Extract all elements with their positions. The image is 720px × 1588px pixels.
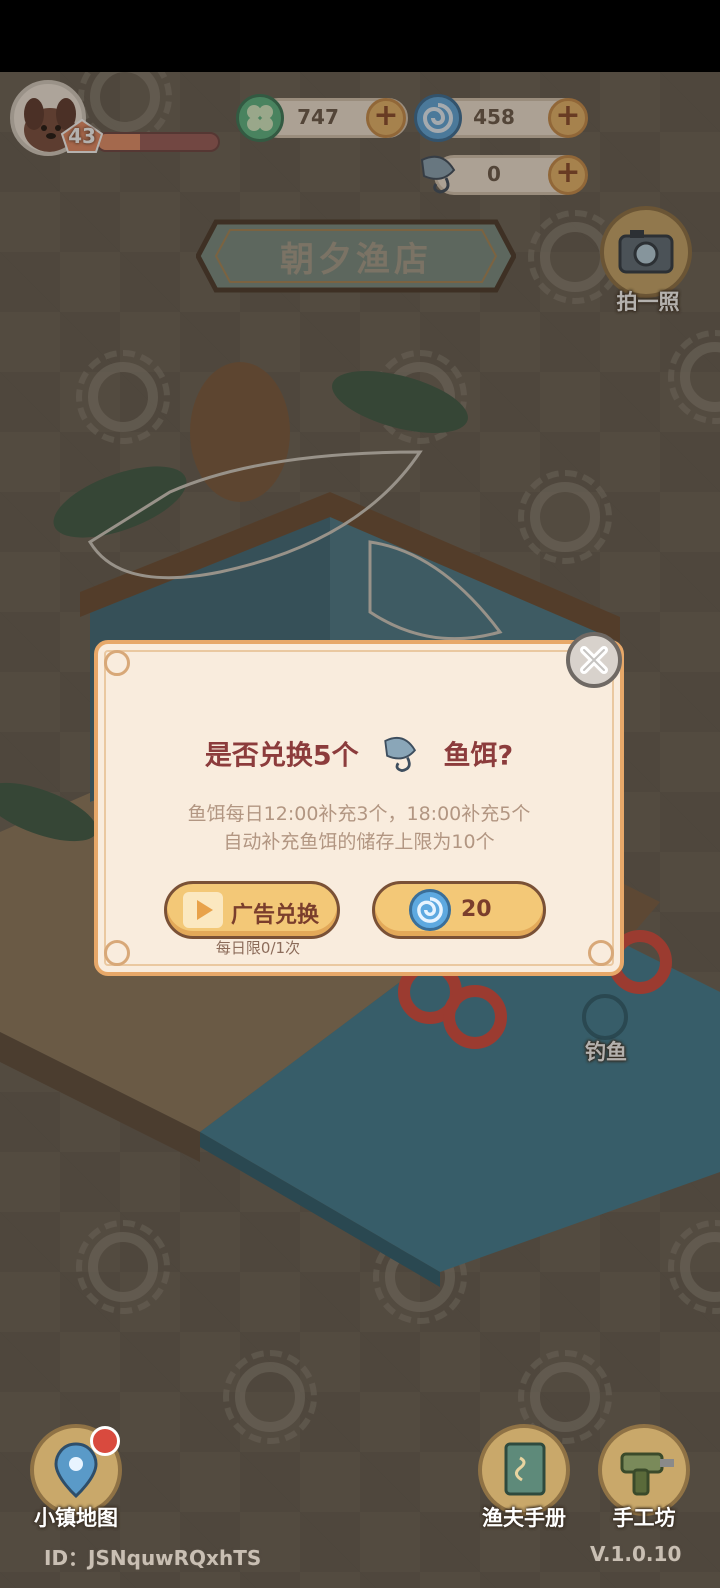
- close-dialog-button[interactable]: [566, 632, 622, 688]
- app-version: V.1.0.10: [590, 1542, 682, 1566]
- ad-exchange-label: 广告兑换: [231, 903, 320, 928]
- ad-exchange-button[interactable]: 广告兑换: [164, 881, 340, 939]
- town-map-label: 小镇地图: [34, 1506, 118, 1530]
- dialog-title: 是否兑换5个 鱼饵?: [94, 728, 624, 778]
- user-id: ID：JSNquwRQxhTS: [44, 1546, 262, 1570]
- shell-cost-value: 20: [461, 897, 492, 922]
- bait-fish-icon: [384, 736, 417, 773]
- dialog-desc-line2: 自动补充鱼饵的储存上限为10个: [223, 831, 495, 853]
- drill-icon: [620, 1452, 674, 1496]
- status-bar: [0, 0, 720, 72]
- ad-daily-limit: 每日限0/1次: [215, 939, 301, 957]
- shell-icon: [409, 889, 451, 931]
- play-video-icon: [183, 892, 223, 928]
- dialog-desc-line1: 鱼饵每日12:00补充3个，18:00补充5个: [187, 803, 531, 825]
- handbook-label: 渔夫手册: [482, 1506, 566, 1530]
- dialog-title-prefix: 是否兑换5个: [204, 740, 359, 772]
- dialog-title-suffix: 鱼饵?: [443, 740, 514, 772]
- book-icon: [504, 1442, 546, 1496]
- dialog-description: 鱼饵每日12:00补充3个，18:00补充5个 自动补充鱼饵的储存上限为10个: [94, 800, 624, 856]
- close-icon: [580, 646, 608, 674]
- notification-badge: [90, 1426, 120, 1456]
- workshop-label: 手工坊: [612, 1506, 676, 1530]
- shell-exchange-button[interactable]: 20: [372, 881, 546, 939]
